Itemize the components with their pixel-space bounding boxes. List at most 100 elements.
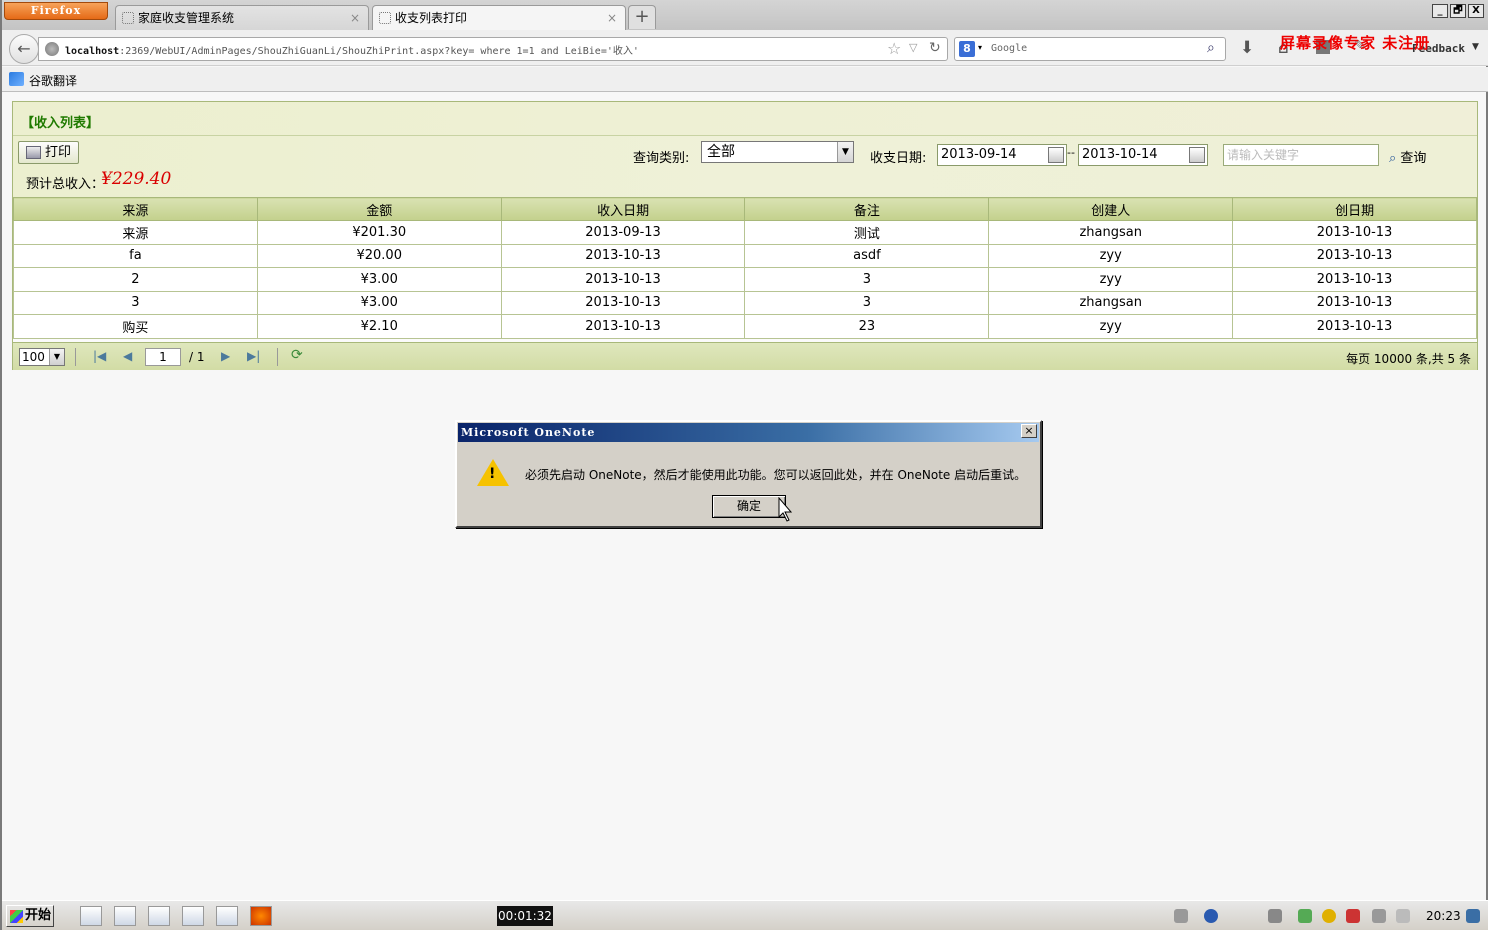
- table-cell: 2013-10-13: [1232, 314, 1477, 339]
- print-button[interactable]: 打印: [18, 141, 79, 164]
- bookmark-google-translate[interactable]: 谷歌翻译: [29, 72, 77, 89]
- history-dropdown-icon[interactable]: ▽: [909, 41, 917, 54]
- new-tab-button[interactable]: +: [628, 5, 656, 29]
- address-bar[interactable]: localhost:2369/WebUI/AdminPages/ShouZhiG…: [38, 37, 948, 61]
- table-cell: 2013-10-13: [1232, 290, 1477, 315]
- desktop-icon[interactable]: [1466, 909, 1480, 923]
- printer-tray-icon[interactable]: [1174, 909, 1188, 923]
- minimize-button[interactable]: _: [1432, 4, 1448, 18]
- separator: [75, 348, 76, 366]
- table-cell: 2013-10-13: [500, 314, 746, 339]
- next-page-icon[interactable]: ▶: [221, 349, 230, 363]
- printer-icon: [26, 146, 41, 159]
- bookmark-star-icon[interactable]: ☆: [887, 39, 901, 58]
- refresh-icon[interactable]: ⟳: [291, 347, 303, 363]
- table-cell: 2013-10-13: [500, 243, 746, 268]
- mouse-cursor-icon: [778, 497, 792, 522]
- table-cell: ¥2.10: [256, 314, 502, 339]
- table-cell: 3: [744, 290, 990, 315]
- search-button[interactable]: ⌕ 查询: [1389, 147, 1426, 166]
- keyword-input[interactable]: 请输入关键字: [1223, 144, 1379, 166]
- table-cell: 3: [13, 290, 258, 315]
- query-type-select[interactable]: 全部 ▼: [701, 141, 854, 163]
- restore-button[interactable]: 🗗: [1450, 4, 1466, 18]
- firefox-menu-button[interactable]: Firefox: [4, 2, 108, 20]
- table-cell: 测试: [744, 220, 990, 245]
- ie-icon[interactable]: [114, 906, 136, 926]
- security-icon[interactable]: [1322, 909, 1336, 923]
- page-number-input[interactable]: 1: [145, 348, 181, 366]
- search-placeholder: Google: [991, 43, 1028, 54]
- total-income-value: ¥229.40: [101, 169, 172, 189]
- close-tab-icon[interactable]: ×: [350, 6, 360, 30]
- ok-button[interactable]: 确定: [712, 495, 786, 518]
- calendar-icon[interactable]: [1189, 147, 1205, 163]
- system-clock: 20:23: [1426, 909, 1461, 923]
- date-from-value: 2013-09-14: [941, 147, 1017, 162]
- date-from-input[interactable]: 2013-09-14: [937, 144, 1067, 166]
- speaker-icon[interactable]: [1396, 909, 1410, 923]
- table-row[interactable]: 购买 ¥2.10 2013-10-13 23 zyy 2013-10-13: [13, 314, 1477, 339]
- magnifier-icon[interactable]: ⌕: [1207, 40, 1215, 56]
- reload-icon[interactable]: ↻: [929, 40, 941, 56]
- calendar-icon[interactable]: [1048, 147, 1064, 163]
- folder-icon[interactable]: [148, 906, 170, 926]
- dialog-close-button[interactable]: ×: [1021, 424, 1037, 438]
- nvidia-icon[interactable]: [1298, 909, 1312, 923]
- column-header[interactable]: 收入日期: [500, 197, 746, 221]
- first-page-icon[interactable]: |◀: [93, 349, 106, 363]
- table-cell: 2: [13, 267, 258, 292]
- column-header[interactable]: 金额: [256, 197, 502, 221]
- table-cell: 2013-09-13: [500, 220, 746, 245]
- chevron-down-icon[interactable]: ▼: [49, 349, 64, 365]
- tab-strip: Firefox 家庭收支管理系统 × 收支列表打印 × + _ 🗗 X: [2, 0, 1488, 30]
- search-bar[interactable]: 8 ▾ Google ⌕: [954, 37, 1226, 61]
- app-icon[interactable]: [216, 906, 238, 926]
- start-button[interactable]: 开始: [6, 905, 54, 927]
- column-header[interactable]: 备注: [744, 197, 990, 221]
- prev-page-icon[interactable]: ◀: [123, 349, 132, 363]
- table-cell: ¥20.00: [256, 243, 502, 268]
- total-income-label: 预计总收入：: [26, 177, 105, 192]
- page-size-select[interactable]: 100 ▼: [19, 348, 65, 366]
- table-cell: 2013-10-13: [1232, 243, 1477, 268]
- print-label: 打印: [45, 145, 72, 160]
- browser-window: Firefox 家庭收支管理系统 × 收支列表打印 × + _ 🗗 X loca…: [0, 0, 1488, 930]
- network-icon[interactable]: [1268, 909, 1282, 923]
- windows-logo-icon: [10, 910, 23, 923]
- tab-family-finance[interactable]: 家庭收支管理系统 ×: [115, 5, 369, 30]
- table-cell: zhangsan: [988, 290, 1234, 315]
- table-cell: 2013-10-13: [500, 290, 746, 315]
- chevron-down-icon[interactable]: ▾: [978, 43, 982, 52]
- table-cell: ¥201.30: [256, 220, 502, 245]
- column-header[interactable]: 创日期: [1232, 197, 1477, 221]
- close-window-button[interactable]: X: [1468, 4, 1484, 18]
- device-icon[interactable]: [1372, 909, 1386, 923]
- bookmarks-bar: 谷歌翻译: [2, 67, 1488, 92]
- chevron-down-icon[interactable]: ▼: [1472, 42, 1479, 52]
- table-row[interactable]: 2 ¥3.00 2013-10-13 3 zyy 2013-10-13: [13, 267, 1477, 292]
- help-icon[interactable]: [1204, 909, 1218, 923]
- tab-print-list[interactable]: 收支列表打印 ×: [372, 5, 626, 30]
- column-header[interactable]: 创建人: [988, 197, 1234, 221]
- media-icon[interactable]: [182, 906, 204, 926]
- google-icon[interactable]: 8: [959, 41, 975, 57]
- show-desktop-icon[interactable]: [80, 906, 102, 926]
- date-to-input[interactable]: 2013-10-14: [1078, 144, 1208, 166]
- last-page-icon[interactable]: ▶|: [247, 349, 260, 363]
- download-icon[interactable]: ⬇: [1240, 38, 1254, 58]
- table-row[interactable]: fa ¥20.00 2013-10-13 asdf zyy 2013-10-13: [13, 243, 1477, 268]
- start-label: 开始: [25, 908, 52, 923]
- table-row[interactable]: 来源 ¥201.30 2013-09-13 测试 zhangsan 2013-10-13: [13, 220, 1477, 245]
- volume-icon[interactable]: [1346, 909, 1360, 923]
- back-button[interactable]: ←: [9, 34, 39, 64]
- close-tab-icon[interactable]: ×: [607, 6, 617, 30]
- column-header[interactable]: 来源: [13, 197, 258, 221]
- firefox-taskbar-icon[interactable]: [250, 906, 272, 926]
- table-row[interactable]: 3 ¥3.00 2013-10-13 3 zhangsan 2013-10-13: [13, 290, 1477, 315]
- table-cell: zhangsan: [988, 220, 1234, 245]
- table-cell: 3: [744, 267, 990, 292]
- pagination-info: 每页 10000 条,共 5 条: [1346, 352, 1471, 366]
- chevron-down-icon[interactable]: ▼: [837, 142, 853, 162]
- table-cell: zyy: [988, 267, 1234, 292]
